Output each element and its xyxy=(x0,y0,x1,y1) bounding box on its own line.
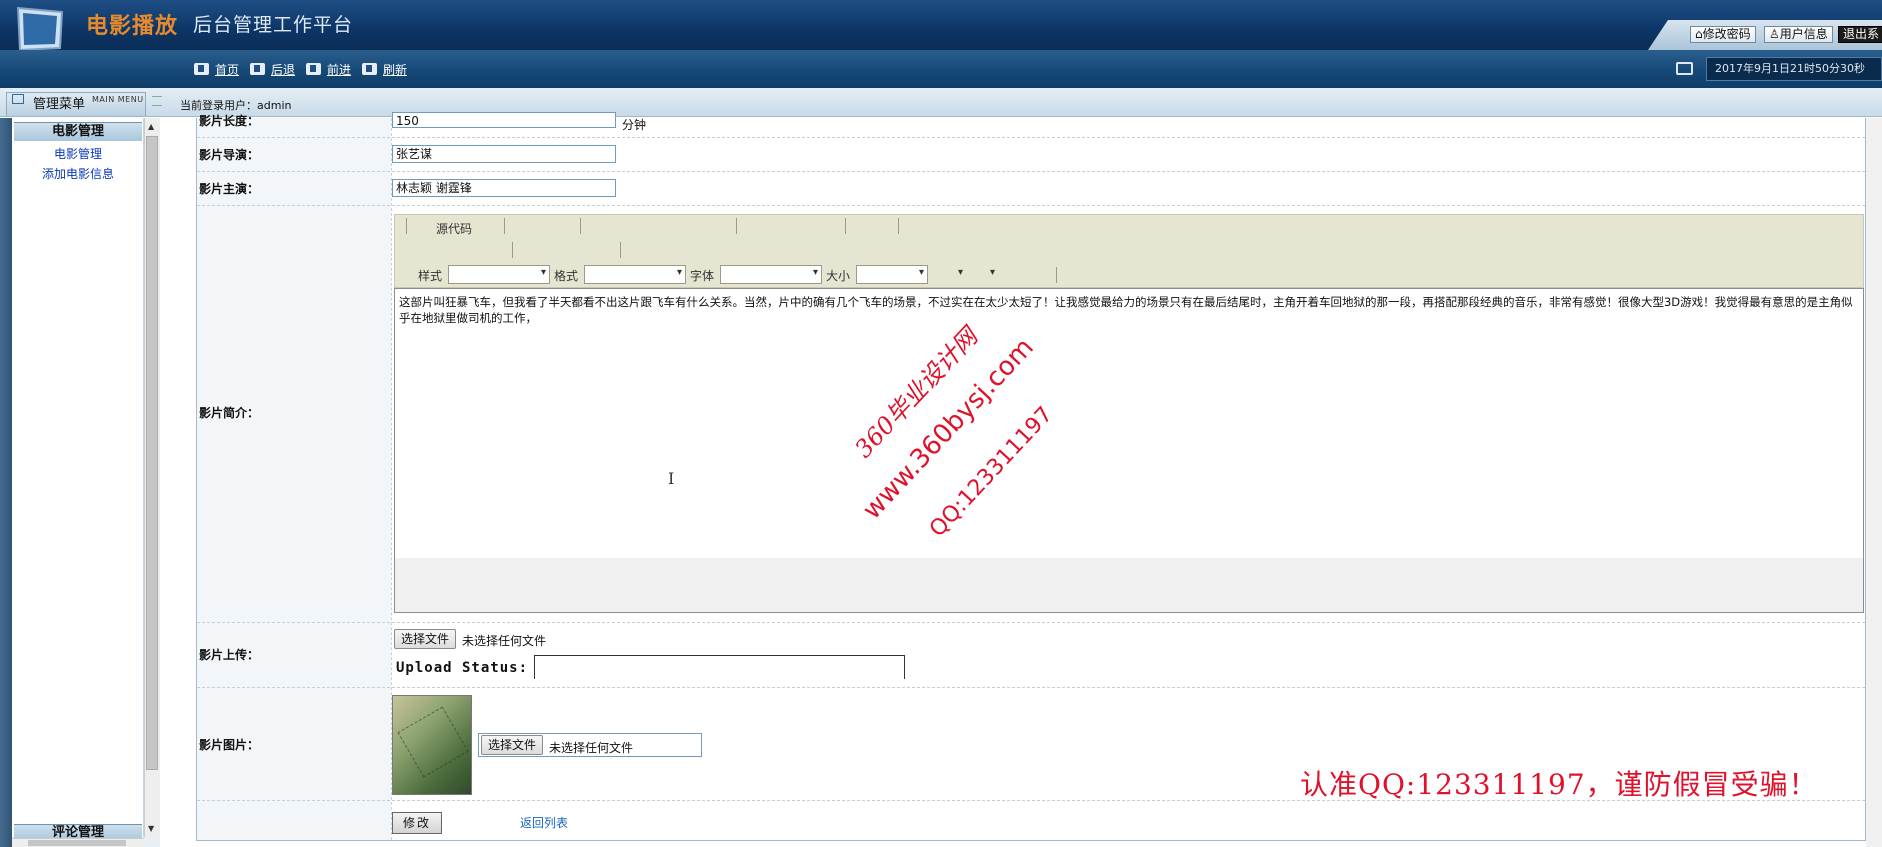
arrow-left-icon xyxy=(250,63,265,75)
change-password-button[interactable]: ⌂修改密码 xyxy=(1690,26,1756,43)
font-label: 字体 xyxy=(690,269,715,283)
sidebar-strip xyxy=(0,118,12,847)
director-label: 影片导演： xyxy=(199,148,260,162)
toolbar-separator xyxy=(620,242,621,258)
upload-status-label: Upload Status: xyxy=(396,660,529,676)
menu-subtitle: MAIN MENU xyxy=(92,95,144,104)
toolbar-separator xyxy=(512,242,513,258)
format-select[interactable] xyxy=(584,265,686,284)
row-divider xyxy=(197,137,1865,138)
sidebar-scroll-thumb[interactable] xyxy=(146,136,158,770)
logout-button[interactable]: 退出系 xyxy=(1838,26,1882,43)
actors-label: 影片主演： xyxy=(199,182,260,196)
length-unit: 分钟 xyxy=(622,118,647,132)
sidebar-item-add-movie[interactable]: 添加电影信息 xyxy=(14,165,142,182)
actors-input[interactable]: 林志颖 谢霆锋 xyxy=(392,179,616,197)
menu-bar: 管理菜单 MAIN MENU 当前登录用户：admin xyxy=(0,88,1882,117)
intro-label: 影片简介： xyxy=(199,406,260,420)
toolbar-separator xyxy=(406,218,407,234)
toolbar-separator xyxy=(1056,267,1057,283)
anti-fraud-warning: 认准QQ:123311197，谨防假冒受骗！ xyxy=(1300,768,1818,801)
choose-image-button[interactable]: 选择文件 xyxy=(481,735,544,755)
font-select[interactable] xyxy=(720,265,822,284)
size-select[interactable] xyxy=(856,265,928,284)
sidebar-hscroll-thumb[interactable] xyxy=(28,840,126,846)
editor-bottom-area xyxy=(395,558,1863,612)
bg-color-dropdown-icon[interactable]: ▾ xyxy=(990,267,995,278)
no-file-text: 未选择任何文件 xyxy=(462,634,547,648)
scroll-up-icon[interactable]: ▲ xyxy=(148,122,154,131)
toolbar-separator xyxy=(736,218,737,234)
style-label: 样式 xyxy=(418,269,443,283)
text-cursor-icon: I xyxy=(668,469,675,488)
size-label: 大小 xyxy=(826,269,851,283)
sidebar-item-movie-manage[interactable]: 电影管理 xyxy=(14,145,142,162)
director-input[interactable]: 张艺谋 xyxy=(392,145,616,163)
back-link[interactable]: 后退 xyxy=(250,61,295,77)
no-image-text: 未选择任何文件 xyxy=(549,741,634,755)
main-scrollbar[interactable] xyxy=(1866,118,1882,847)
toolbar-separator xyxy=(504,218,505,234)
home-label: 首页 xyxy=(215,62,240,77)
text-color-dropdown-icon[interactable]: ▾ xyxy=(958,267,963,278)
forward-link[interactable]: 前进 xyxy=(306,61,351,77)
refresh-icon xyxy=(362,63,377,75)
refresh-link[interactable]: 刷新 xyxy=(362,61,407,77)
format-label: 格式 xyxy=(554,269,579,283)
source-code-button[interactable]: 源代码 xyxy=(436,220,472,237)
menu-toggle-icon[interactable] xyxy=(152,96,162,106)
refresh-label: 刷新 xyxy=(383,62,408,77)
scroll-down-icon[interactable]: ▼ xyxy=(148,824,154,833)
clock-monitor-icon xyxy=(1676,62,1693,75)
change-password-label: 修改密码 xyxy=(1702,27,1751,41)
image-label: 影片图片： xyxy=(199,738,260,752)
home-link[interactable]: 首页 xyxy=(194,61,239,77)
user-info-button[interactable]: ♙用户信息 xyxy=(1764,26,1833,43)
back-to-list-link[interactable]: 返回列表 xyxy=(520,814,568,831)
toolbar-separator xyxy=(845,218,846,234)
row-divider xyxy=(197,687,1865,688)
brand-subtitle: 后台管理工作平台 xyxy=(193,14,354,36)
length-input[interactable]: 150 xyxy=(392,112,616,128)
menu-icon xyxy=(12,94,24,104)
brand-title: 电影播放 xyxy=(86,14,179,39)
submit-edit-button[interactable]: 修改 xyxy=(392,812,442,834)
row-divider xyxy=(197,205,1865,206)
user-icon: ♙ xyxy=(1769,27,1780,41)
current-user: 当前登录用户：admin xyxy=(180,99,292,112)
sidebar-panel xyxy=(12,118,144,837)
menu-title: 管理菜单 xyxy=(33,97,86,112)
poster-thumbnail xyxy=(392,695,472,795)
upload-status-field xyxy=(534,655,905,679)
logout-label: 退出系 xyxy=(1843,27,1880,41)
user-info-label: 用户信息 xyxy=(1779,27,1828,41)
row-divider xyxy=(197,171,1865,172)
toolbar-separator xyxy=(898,218,899,234)
upload-label: 影片上传： xyxy=(199,648,260,662)
back-label: 后退 xyxy=(271,62,296,77)
datetime-display: 2017年9月1日21时50分30秒 xyxy=(1706,57,1882,81)
sidebar-section-movies[interactable]: 电影管理 xyxy=(14,122,142,141)
style-select[interactable] xyxy=(448,265,550,284)
toolbar-separator xyxy=(580,218,581,234)
lock-icon: ⌂ xyxy=(1695,27,1703,41)
arrow-right-icon xyxy=(306,63,321,75)
home-icon xyxy=(194,63,209,75)
choose-file-button[interactable]: 选择文件 xyxy=(394,629,457,649)
top-header: 电影播放 后台管理工作平台 xyxy=(0,0,1882,64)
intro-editor-text[interactable]: 这部片叫狂暴飞车，但我看了半天都看不出这片跟飞车有什么关系。当然，片中的确有几个… xyxy=(399,294,1861,326)
row-divider xyxy=(197,622,1865,623)
length-label: 影片长度： xyxy=(199,114,260,128)
forward-label: 前进 xyxy=(327,62,352,77)
